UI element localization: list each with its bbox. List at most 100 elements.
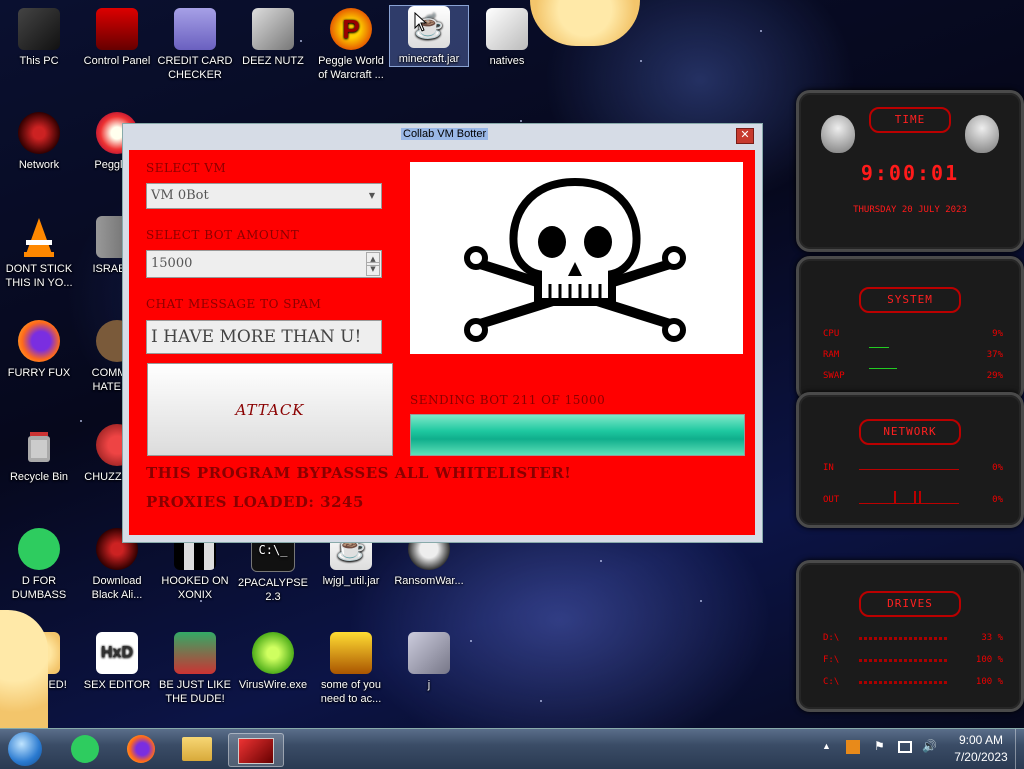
net-in-value: 0% bbox=[992, 463, 1003, 473]
skull-image bbox=[410, 162, 743, 354]
ram-graph-line bbox=[869, 347, 889, 348]
desktop-icon-viruswire[interactable]: VirusWire.exe bbox=[234, 632, 312, 692]
alien-head-icon bbox=[821, 115, 855, 153]
network-tray-icon[interactable] bbox=[898, 741, 912, 753]
desktop-icon-control-panel[interactable]: Control Panel bbox=[78, 8, 156, 68]
desktop-icon-furry-fux[interactable]: FURRY FUX bbox=[0, 320, 78, 380]
beaver-cartoon-icon bbox=[330, 632, 372, 674]
alien-head-icon bbox=[965, 115, 999, 153]
ram-value: 37% bbox=[986, 350, 1003, 360]
chat-bubble-icon bbox=[71, 735, 99, 763]
drives-gadget: DRIVES D:\ 33 % F:\ 100 % C:\ 100 % bbox=[796, 560, 1024, 712]
ram-label: RAM bbox=[823, 350, 840, 360]
desktop-icon-d-for-dumbass[interactable]: D FOR DUMBASS bbox=[0, 528, 78, 602]
window-app-icon bbox=[238, 738, 274, 764]
folder-icon bbox=[182, 737, 212, 761]
icon-label: HOOKED ON XONIX bbox=[161, 575, 229, 601]
desktop-icon-recycle-bin[interactable]: Recycle Bin bbox=[0, 424, 78, 484]
icon-label: Control Panel bbox=[83, 55, 151, 67]
bot-amount-value: 15000 bbox=[151, 256, 193, 271]
proxies-loaded-text: PROXIES LOADED: 3245 bbox=[146, 493, 364, 511]
network-gadget: NETWORK IN 0% OUT 0% bbox=[796, 392, 1024, 528]
folder-icon bbox=[408, 632, 450, 674]
collab-vm-botter-window[interactable]: Collab VM Botter ✕ SELECT VM VM 0Bot ▼ S… bbox=[122, 123, 763, 543]
drive-f-value: 100 % bbox=[975, 655, 1003, 665]
icon-label: some of you need to ac... bbox=[320, 679, 382, 705]
desktop-icon-sex-editor[interactable]: HxD SEX EDITOR bbox=[78, 632, 156, 692]
net-out-label: OUT bbox=[823, 495, 840, 505]
net-out-graph bbox=[859, 491, 959, 504]
drive-c-label: C:\ bbox=[823, 677, 840, 687]
drive-bar bbox=[859, 637, 949, 640]
icon-label: Network bbox=[18, 159, 60, 171]
swap-label: SWAP bbox=[823, 371, 845, 381]
tray-date[interactable]: 7/20/2023 bbox=[950, 750, 1012, 764]
system-gadget: SYSTEM CPU 9% RAM 37% SWAP 29% bbox=[796, 256, 1024, 402]
select-vm-label: SELECT VM bbox=[146, 161, 227, 175]
desktop-icon-be-just-like-the-dude[interactable]: BE JUST LIKE THE DUDE! bbox=[156, 632, 234, 706]
firefox-icon bbox=[18, 320, 60, 362]
vm-select-value: VM 0Bot bbox=[151, 188, 209, 203]
taskbar-chat-app[interactable] bbox=[58, 733, 112, 765]
taskbar-active-app[interactable] bbox=[228, 733, 284, 767]
swap-graph-line bbox=[869, 368, 897, 369]
stepper-down-icon[interactable]: ▼ bbox=[366, 262, 380, 276]
time-title: TIME bbox=[869, 107, 951, 133]
attack-button[interactable]: ATTACK bbox=[147, 363, 393, 456]
bypass-text: THIS PROGRAM BYPASSES ALL WHITELISTER! bbox=[146, 464, 572, 482]
desktop-icon-some-of-you[interactable]: some of you need to ac... bbox=[312, 632, 390, 706]
desktop-icon-credit-card-checker[interactable]: CREDIT CARD CHECKER bbox=[156, 8, 234, 82]
close-button[interactable]: ✕ bbox=[736, 128, 754, 144]
desktop-icon-deez-nutz[interactable]: DEEZ NUTZ bbox=[234, 8, 312, 68]
firefox-icon bbox=[127, 735, 155, 763]
desktop-icon-this-pc[interactable]: This PC bbox=[0, 8, 78, 68]
tray-time[interactable]: 9:00 AM bbox=[956, 733, 1006, 747]
network-alien-icon bbox=[18, 112, 60, 154]
icon-label: FURRY FUX bbox=[7, 367, 71, 379]
cpu-value: 9% bbox=[992, 329, 1003, 339]
attack-button-label: ATTACK bbox=[235, 400, 305, 419]
desktop-icon-peggle-wow[interactable]: P Peggle World of Warcraft ... bbox=[312, 8, 390, 82]
icon-label: DEEZ NUTZ bbox=[242, 55, 304, 67]
bot-amount-stepper[interactable]: 15000 ▲ ▼ bbox=[146, 250, 382, 278]
desktop-icon-dont-stick[interactable]: DONT STICK THIS IN YO... bbox=[0, 216, 78, 290]
document-icon bbox=[486, 8, 528, 50]
icon-label: D FOR DUMBASS bbox=[11, 575, 67, 601]
drive-d-value: 33 % bbox=[981, 633, 1003, 643]
date-text: THURSDAY 20 JULY 2023 bbox=[853, 205, 967, 215]
vm-select-dropdown[interactable]: VM 0Bot ▼ bbox=[146, 183, 382, 209]
drive-c-value: 100 % bbox=[975, 677, 1003, 687]
icon-label: 2PACALYPSE 2.3 bbox=[238, 577, 308, 603]
swap-value: 29% bbox=[986, 371, 1003, 381]
stacked-windows-icon bbox=[252, 8, 294, 50]
flag-icon[interactable]: ⚑ bbox=[874, 739, 885, 753]
cartoon-character-top bbox=[530, 0, 640, 46]
icon-label: This PC bbox=[19, 55, 59, 67]
drive-f-label: F:\ bbox=[823, 655, 840, 665]
show-desktop-button[interactable] bbox=[1015, 729, 1024, 769]
recycle-bin-icon bbox=[18, 424, 60, 466]
desktop-icon-minecraft-jar[interactable]: ☕ minecraft.jar bbox=[389, 5, 469, 67]
desktop-icon-j[interactable]: j bbox=[390, 632, 468, 692]
icon-label: Recycle Bin bbox=[9, 471, 69, 483]
cartoon-character-bottom-left bbox=[0, 610, 48, 728]
volume-icon[interactable]: 🔊 bbox=[922, 739, 937, 753]
icon-label: Download Black Ali... bbox=[91, 575, 143, 601]
taskbar-firefox[interactable] bbox=[114, 733, 168, 765]
vlc-cone-icon bbox=[18, 216, 60, 258]
tray-expand-icon[interactable]: ▲ bbox=[822, 741, 831, 751]
icon-label: SEX EDITOR bbox=[83, 679, 151, 691]
taskbar-explorer[interactable] bbox=[170, 733, 224, 765]
chat-message-input[interactable]: I HAVE MORE THAN U! bbox=[146, 320, 382, 354]
peggle-p-icon: P bbox=[330, 8, 372, 50]
drives-title: DRIVES bbox=[859, 591, 961, 617]
net-in-graph bbox=[859, 469, 959, 470]
icon-label: DONT STICK THIS IN YO... bbox=[5, 263, 73, 289]
desktop-icon-network[interactable]: Network bbox=[0, 112, 78, 172]
start-button[interactable] bbox=[8, 732, 42, 766]
net-in-label: IN bbox=[823, 463, 834, 473]
icon-label: RansomWar... bbox=[394, 575, 464, 587]
tray-app-icon[interactable] bbox=[846, 740, 860, 754]
clock-text: 9:00:01 bbox=[860, 161, 960, 185]
main-panel: SELECT VM VM 0Bot ▼ SELECT BOT AMOUNT 15… bbox=[129, 150, 755, 535]
